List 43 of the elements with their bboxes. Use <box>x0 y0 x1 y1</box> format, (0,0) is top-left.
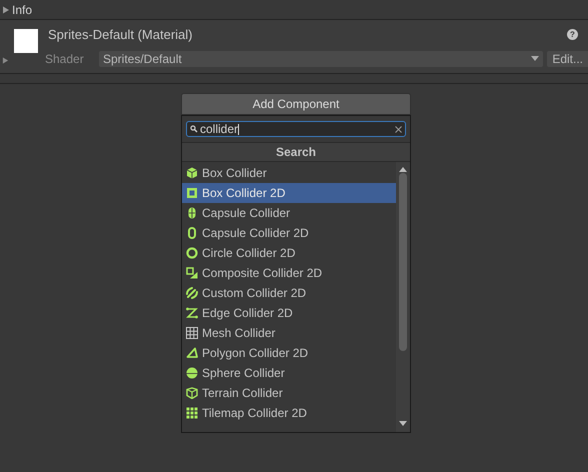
circle-icon <box>186 247 198 259</box>
capsule-icon <box>186 227 198 239</box>
component-item[interactable]: Box Collider <box>182 163 396 183</box>
edit-button[interactable]: Edit... <box>547 50 588 66</box>
square-icon <box>186 187 198 199</box>
search-field[interactable]: collider <box>186 121 406 137</box>
terrain-icon <box>186 387 198 399</box>
grid-icon <box>186 327 198 339</box>
scroll-down-icon[interactable] <box>399 421 407 426</box>
help-icon[interactable]: ? <box>567 29 578 40</box>
component-item[interactable]: Polygon Collider 2D <box>182 343 396 363</box>
component-item[interactable]: Custom Collider 2D <box>182 283 396 303</box>
sphere-icon <box>186 367 198 379</box>
search-icon <box>190 125 198 133</box>
triangle-icon <box>186 347 198 359</box>
component-item[interactable]: Capsule Collider 2D <box>182 223 396 243</box>
disclosure-icon[interactable] <box>2 6 10 14</box>
add-component-button[interactable]: Add Component <box>181 93 411 115</box>
dropdown-arrow-icon <box>531 56 540 61</box>
cube-icon <box>186 167 198 179</box>
component-item[interactable]: Terrain Collider <box>182 383 396 403</box>
composite-icon <box>186 267 198 279</box>
edge-icon <box>186 307 198 319</box>
component-item[interactable]: Edge Collider 2D <box>182 303 396 323</box>
component-item[interactable]: Box Collider 2D <box>182 183 396 203</box>
material-preview <box>14 29 38 53</box>
component-item[interactable]: Capsule Collider <box>182 203 396 223</box>
scrollbar[interactable] <box>396 162 410 432</box>
shader-label: Shader <box>45 50 85 68</box>
section-header: Search <box>182 142 410 162</box>
section-title: Info <box>12 2 32 18</box>
component-item[interactable]: Tilemap Collider 2D <box>182 403 396 423</box>
scrollbar-thumb[interactable] <box>399 173 407 351</box>
tiles-icon <box>186 407 198 419</box>
component-item[interactable]: Circle Collider 2D <box>182 243 396 263</box>
component-item[interactable]: Sphere Collider <box>182 363 396 383</box>
component-item[interactable]: Mesh Collider <box>182 323 396 343</box>
clear-icon[interactable] <box>395 126 402 132</box>
capsule-icon <box>186 207 198 219</box>
shader-dropdown[interactable]: Sprites/Default <box>99 50 544 66</box>
component-item[interactable]: Composite Collider 2D <box>182 263 396 283</box>
disclosure-icon[interactable] <box>2 57 9 64</box>
material-title: Sprites-Default (Material) <box>48 26 192 44</box>
